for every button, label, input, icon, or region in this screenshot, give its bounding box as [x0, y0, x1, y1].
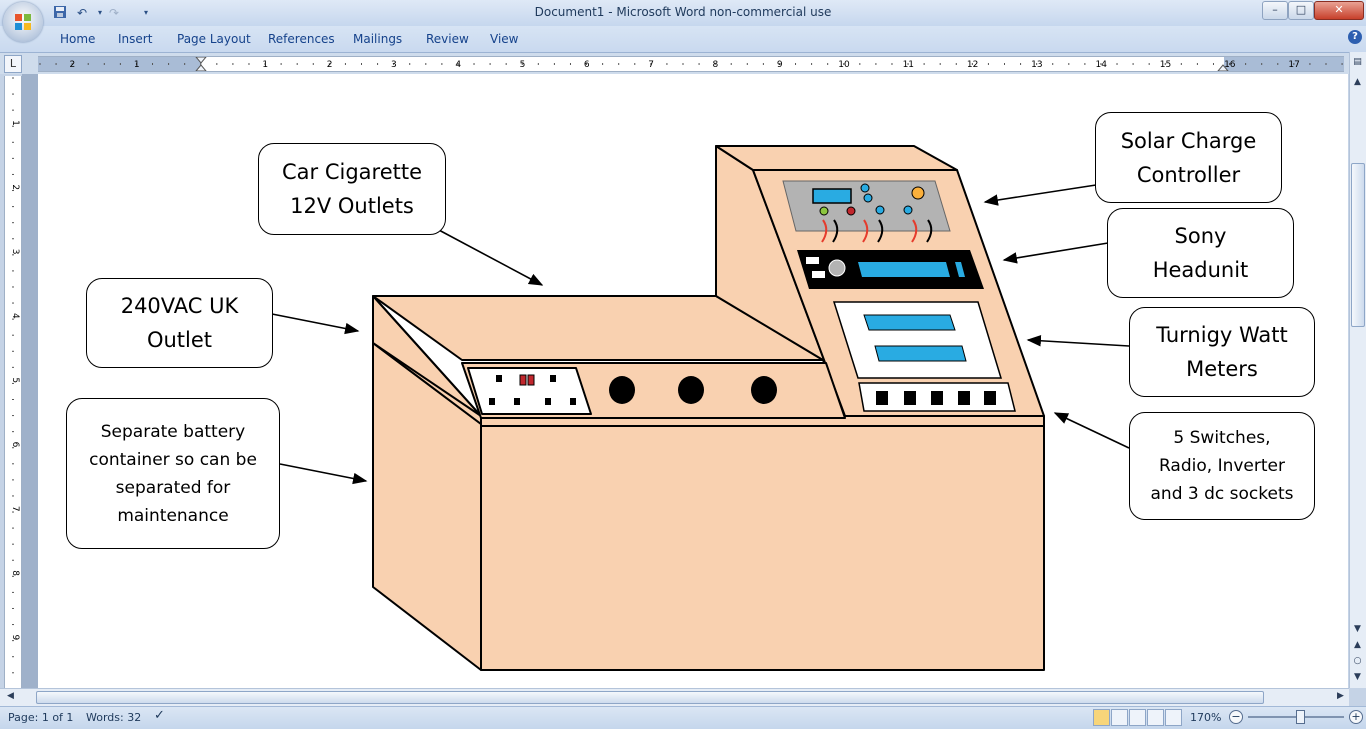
vertical-scrollbar[interactable]	[1349, 52, 1366, 688]
callout-car-cigarette[interactable]: Car Cigarette 12V Outlets	[258, 143, 446, 235]
cigarette-socket	[678, 376, 704, 404]
ruler-number: 5	[520, 60, 526, 70]
ruler-number: 17	[1288, 60, 1299, 70]
watt-meter-panel	[832, 301, 1003, 379]
callout-sony-headunit[interactable]: Sony Headunit	[1107, 208, 1294, 298]
web-layout-icon[interactable]	[1129, 709, 1146, 726]
ruler-number: 4	[455, 60, 461, 70]
minimize-button[interactable]: –	[1262, 1, 1288, 20]
scroll-up-icon[interactable]: ▲	[1351, 76, 1364, 89]
vertical-ruler-number: 3	[10, 249, 20, 255]
window-title: Document1 - Microsoft Word non-commercia…	[534, 5, 832, 19]
callout-uk-outlet[interactable]: 240VAC UK Outlet	[86, 278, 273, 368]
callout-battery[interactable]: Separate battery container so can be sep…	[66, 398, 280, 549]
outline-view-icon[interactable]	[1147, 709, 1164, 726]
page-count[interactable]: Page: 1 of 1	[8, 711, 73, 724]
ruler-number: 6	[584, 60, 590, 70]
zoom-level[interactable]: 170%	[1190, 711, 1221, 724]
document-page[interactable]: Car Cigarette 12V Outlets 240VAC UK Outl…	[38, 74, 1348, 688]
zoom-in-icon[interactable]: +	[1349, 710, 1363, 724]
office-button[interactable]	[3, 2, 43, 42]
vertical-ruler-number: 2	[10, 184, 20, 190]
zoom-out-icon[interactable]: −	[1229, 710, 1243, 724]
cigarette-socket	[751, 376, 777, 404]
vertical-ruler-number: 8	[10, 570, 20, 576]
battery-container-side	[372, 342, 482, 671]
tab-mailings[interactable]: Mailings	[353, 32, 402, 46]
cigarette-socket	[609, 376, 635, 404]
help-icon[interactable]: ?	[1348, 30, 1362, 44]
vertical-ruler-number: 6	[10, 442, 20, 448]
office-logo-icon	[15, 14, 31, 30]
tab-selector-button[interactable]: L	[4, 55, 22, 73]
ruler-number: 12	[967, 60, 978, 70]
vertical-ruler-number: 4	[10, 313, 20, 319]
word-count[interactable]: Words: 32	[86, 711, 141, 724]
scroll-down-icon[interactable]: ▼	[1351, 623, 1364, 636]
ruler-number: 11	[903, 60, 914, 70]
next-page-icon[interactable]: ▼	[1351, 671, 1364, 684]
ruler-number: 10	[838, 60, 850, 70]
print-layout-view-icon[interactable]	[1093, 709, 1110, 726]
tower-top	[715, 145, 958, 171]
maximize-button[interactable]: □	[1288, 1, 1314, 20]
full-screen-reading-icon[interactable]	[1111, 709, 1128, 726]
ruler-number: 15	[1160, 60, 1171, 70]
zoom-slider-thumb[interactable]	[1296, 710, 1305, 724]
vertical-ruler-number: 9	[10, 635, 20, 641]
ruler-number: 9	[777, 60, 783, 70]
vertical-scroll-thumb[interactable]	[1351, 163, 1365, 327]
battery-container-front	[480, 423, 1045, 671]
ruler-number: 2	[70, 60, 76, 70]
tab-home[interactable]: Home	[60, 32, 95, 46]
tab-references[interactable]: References	[268, 32, 335, 46]
proofing-icon[interactable]: ✓	[154, 708, 165, 723]
ruler-toggle-icon[interactable]: ▤	[1351, 56, 1364, 69]
ruler-number: 8	[713, 60, 719, 70]
tab-review[interactable]: Review	[426, 32, 469, 46]
vertical-ruler[interactable]: 12345678910	[4, 76, 22, 708]
vertical-ruler-number: 5	[10, 377, 20, 383]
select-browse-object-icon[interactable]: ○	[1351, 655, 1364, 668]
tab-page-layout[interactable]: Page Layout	[177, 32, 251, 46]
ruler-number: 1	[262, 60, 268, 70]
ruler-number: 14	[1095, 60, 1107, 70]
scroll-left-icon[interactable]: ◀	[4, 690, 17, 703]
horizontal-scroll-thumb[interactable]	[36, 691, 1264, 704]
vertical-ruler-number: 1	[10, 120, 20, 126]
close-button[interactable]: ✕	[1314, 1, 1364, 20]
ruler-number: 2	[327, 60, 333, 70]
horizontal-ruler[interactable]: 2 1 1 2 3 4 5 6 7 8 9 10 11 12 13 14 15 16 17	[38, 56, 1344, 72]
tab-insert[interactable]: Insert	[118, 32, 152, 46]
vertical-ruler-number: 7	[10, 506, 20, 512]
ruler-number: 1	[134, 60, 140, 70]
callout-solar-controller[interactable]: Solar Charge Controller	[1095, 112, 1282, 203]
draft-view-icon[interactable]	[1165, 709, 1182, 726]
ruler-number: 3	[391, 60, 397, 70]
callout-switches[interactable]: 5 Switches, Radio, Inverter and 3 dc soc…	[1129, 412, 1315, 520]
ruler-number: 13	[1031, 60, 1042, 70]
tab-view[interactable]: View	[490, 32, 518, 46]
previous-page-icon[interactable]: ▲	[1351, 639, 1364, 652]
callout-turnigy-meters[interactable]: Turnigy Watt Meters	[1129, 307, 1315, 397]
ruler-number: 7	[648, 60, 654, 70]
scroll-right-icon[interactable]: ▶	[1334, 690, 1347, 703]
